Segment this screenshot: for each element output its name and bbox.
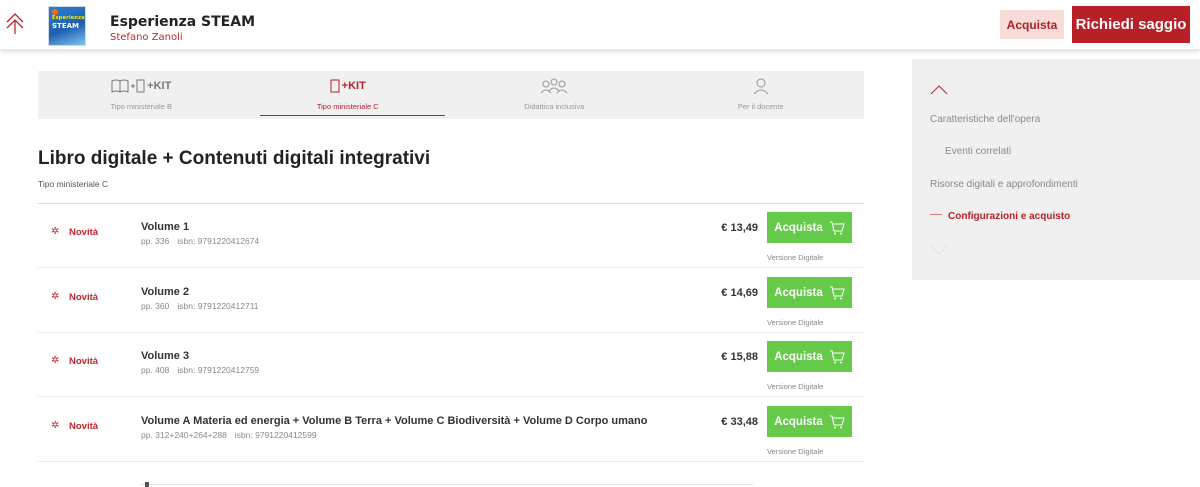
sidebar-item-caratteristiche[interactable]: Caratteristiche dell'opera <box>930 114 1040 125</box>
product-price: € 33,48 <box>721 416 758 428</box>
product-meta: pp. 360 isbn: 9791220412711 <box>141 301 259 311</box>
cart-icon <box>829 414 845 428</box>
cover-text-big: STEAM <box>52 22 79 30</box>
scroll-top-icon[interactable] <box>4 10 26 36</box>
book-title: Esperienza STEAM <box>110 14 256 30</box>
product-row: ✲ Novità Volume 3 pp. 408 isbn: 979122041… <box>38 333 864 397</box>
product-title: Volume 1 <box>141 221 190 233</box>
tab-label: Tipo ministeriale B <box>110 102 172 111</box>
sidebar-item-risorse[interactable]: Risorse digitali e approfondimenti <box>930 179 1078 190</box>
book-cover-image[interactable]: Esperienza STEAM <box>48 6 86 46</box>
product-row: ✲ Novità Volume A Materia ed energia + V… <box>38 398 864 462</box>
product-meta: pp. 336 isbn: 9791220412674 <box>141 236 260 246</box>
people-group-icon <box>539 76 569 96</box>
request-sample-button[interactable]: Richiedi saggio <box>1072 6 1190 43</box>
tab-label: Didattica inclusiva <box>524 102 585 111</box>
version-label: Versione Digitale <box>767 447 824 456</box>
cart-icon <box>829 285 845 299</box>
product-title: Volume A Materia ed energia + Volume B T… <box>141 415 648 427</box>
buy-button[interactable]: Acquista <box>767 212 852 243</box>
device-kit-icon: +KIT <box>330 76 366 96</box>
sparkle-icon: ✲ <box>51 355 60 366</box>
tab-label: Per il docente <box>737 102 784 111</box>
product-price: € 13,49 <box>721 222 758 234</box>
sparkle-icon: ✲ <box>51 226 60 237</box>
buy-button[interactable]: Acquista <box>767 341 852 372</box>
version-label: Versione Digitale <box>767 382 824 391</box>
buy-button[interactable]: Acquista <box>1000 10 1064 39</box>
product-type-tabs: +KIT Tipo ministeriale B +KIT Tipo minis… <box>38 71 864 119</box>
tab-label: Tipo ministeriale C <box>316 102 379 111</box>
product-price: € 14,69 <box>721 287 758 299</box>
chevron-down-icon[interactable] <box>930 245 948 255</box>
new-badge: Novità <box>69 227 99 238</box>
version-label: Versione Digitale <box>767 253 824 262</box>
product-row: ✲ Novità Volume 1 pp. 336 isbn: 979122041… <box>38 204 864 268</box>
tab-per-il-docente[interactable]: Per il docente <box>658 71 865 119</box>
book-device-kit-icon: +KIT <box>111 76 171 96</box>
cover-text-small: Esperienza <box>52 15 85 21</box>
divider <box>141 484 753 485</box>
page-index-sidebar: Caratteristiche dell'opera Eventi correl… <box>912 59 1200 280</box>
product-title: Volume 3 <box>141 350 190 362</box>
chevron-up-icon[interactable] <box>930 85 948 95</box>
new-badge: Novità <box>69 292 99 303</box>
top-header: Esperienza STEAM Esperienza STEAM Stefan… <box>0 0 1200 50</box>
buy-button[interactable]: Acquista <box>767 277 852 308</box>
version-label: Versione Digitale <box>767 318 824 327</box>
tab-tipo-ministeriale-b[interactable]: +KIT Tipo ministeriale B <box>38 71 245 119</box>
partial-icon <box>145 482 149 487</box>
section-subtitle: Tipo ministeriale C <box>38 179 109 189</box>
cart-icon <box>829 349 845 363</box>
sparkle-icon: ✲ <box>51 420 60 431</box>
product-price: € 15,88 <box>721 351 758 363</box>
new-badge: Novità <box>69 421 99 432</box>
book-author[interactable]: Stefano Zanoli <box>110 32 183 43</box>
active-indicator <box>930 214 942 215</box>
tab-tipo-ministeriale-c[interactable]: +KIT Tipo ministeriale C <box>245 71 452 119</box>
section-title: Libro digitale + Contenuti digitali inte… <box>38 148 431 169</box>
sidebar-item-configurazioni[interactable]: Configurazioni e acquisto <box>948 211 1070 222</box>
person-icon <box>752 76 770 96</box>
cart-icon <box>829 220 845 234</box>
new-badge: Novità <box>69 356 99 367</box>
buy-button[interactable]: Acquista <box>767 406 852 437</box>
product-title: Volume 2 <box>141 286 190 298</box>
tab-didattica-inclusiva[interactable]: Didattica inclusiva <box>451 71 658 119</box>
sidebar-item-eventi[interactable]: Eventi correlati <box>945 146 1011 157</box>
sparkle-icon: ✲ <box>51 291 60 302</box>
product-row: ✲ Novità Volume 2 pp. 360 isbn: 979122041… <box>38 269 864 333</box>
product-meta: pp. 312+240+264+288 isbn: 9791220412599 <box>141 430 317 440</box>
product-meta: pp. 408 isbn: 9791220412759 <box>141 365 260 375</box>
